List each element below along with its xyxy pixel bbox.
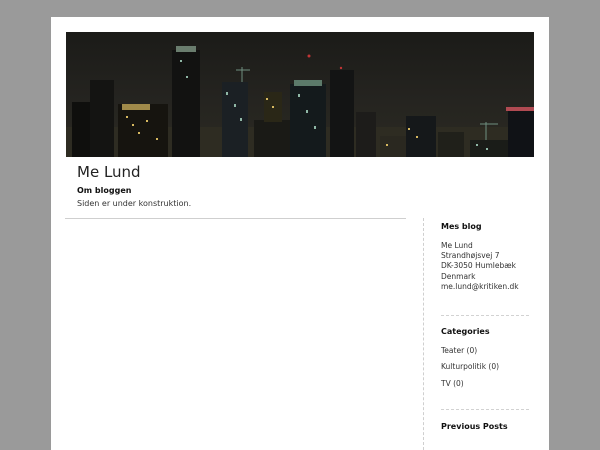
widget-separator — [441, 315, 529, 316]
previous-posts-widget-title: Previous Posts — [441, 422, 508, 431]
contact-name: Me Lund — [441, 241, 473, 250]
site-title[interactable]: Me Lund — [77, 163, 141, 181]
about-text: Siden er under konstruktion. — [77, 199, 192, 208]
contact-email[interactable]: me.lund@kritiken.dk — [441, 282, 519, 291]
category-link-teater[interactable]: Teater (0) — [441, 346, 477, 355]
widget-separator — [441, 409, 529, 410]
content-divider — [65, 218, 406, 219]
contact-street: Strandhøjsvej 7 — [441, 251, 500, 260]
categories-widget-title: Categories — [441, 327, 490, 336]
about-heading: Om bloggen — [77, 186, 132, 195]
contact-country: Denmark — [441, 272, 476, 281]
category-link-kulturpolitik[interactable]: Kulturpolitik (0) — [441, 362, 499, 371]
header-skyline-image — [66, 32, 534, 157]
sidebar-divider — [423, 218, 424, 450]
category-link-tv[interactable]: TV (0) — [441, 379, 464, 388]
page-container: Me Lund Om bloggen Siden er under konstr… — [51, 17, 549, 450]
contact-widget-title: Mes blog — [441, 222, 482, 231]
contact-city: DK-3050 Humlebæk — [441, 261, 516, 270]
